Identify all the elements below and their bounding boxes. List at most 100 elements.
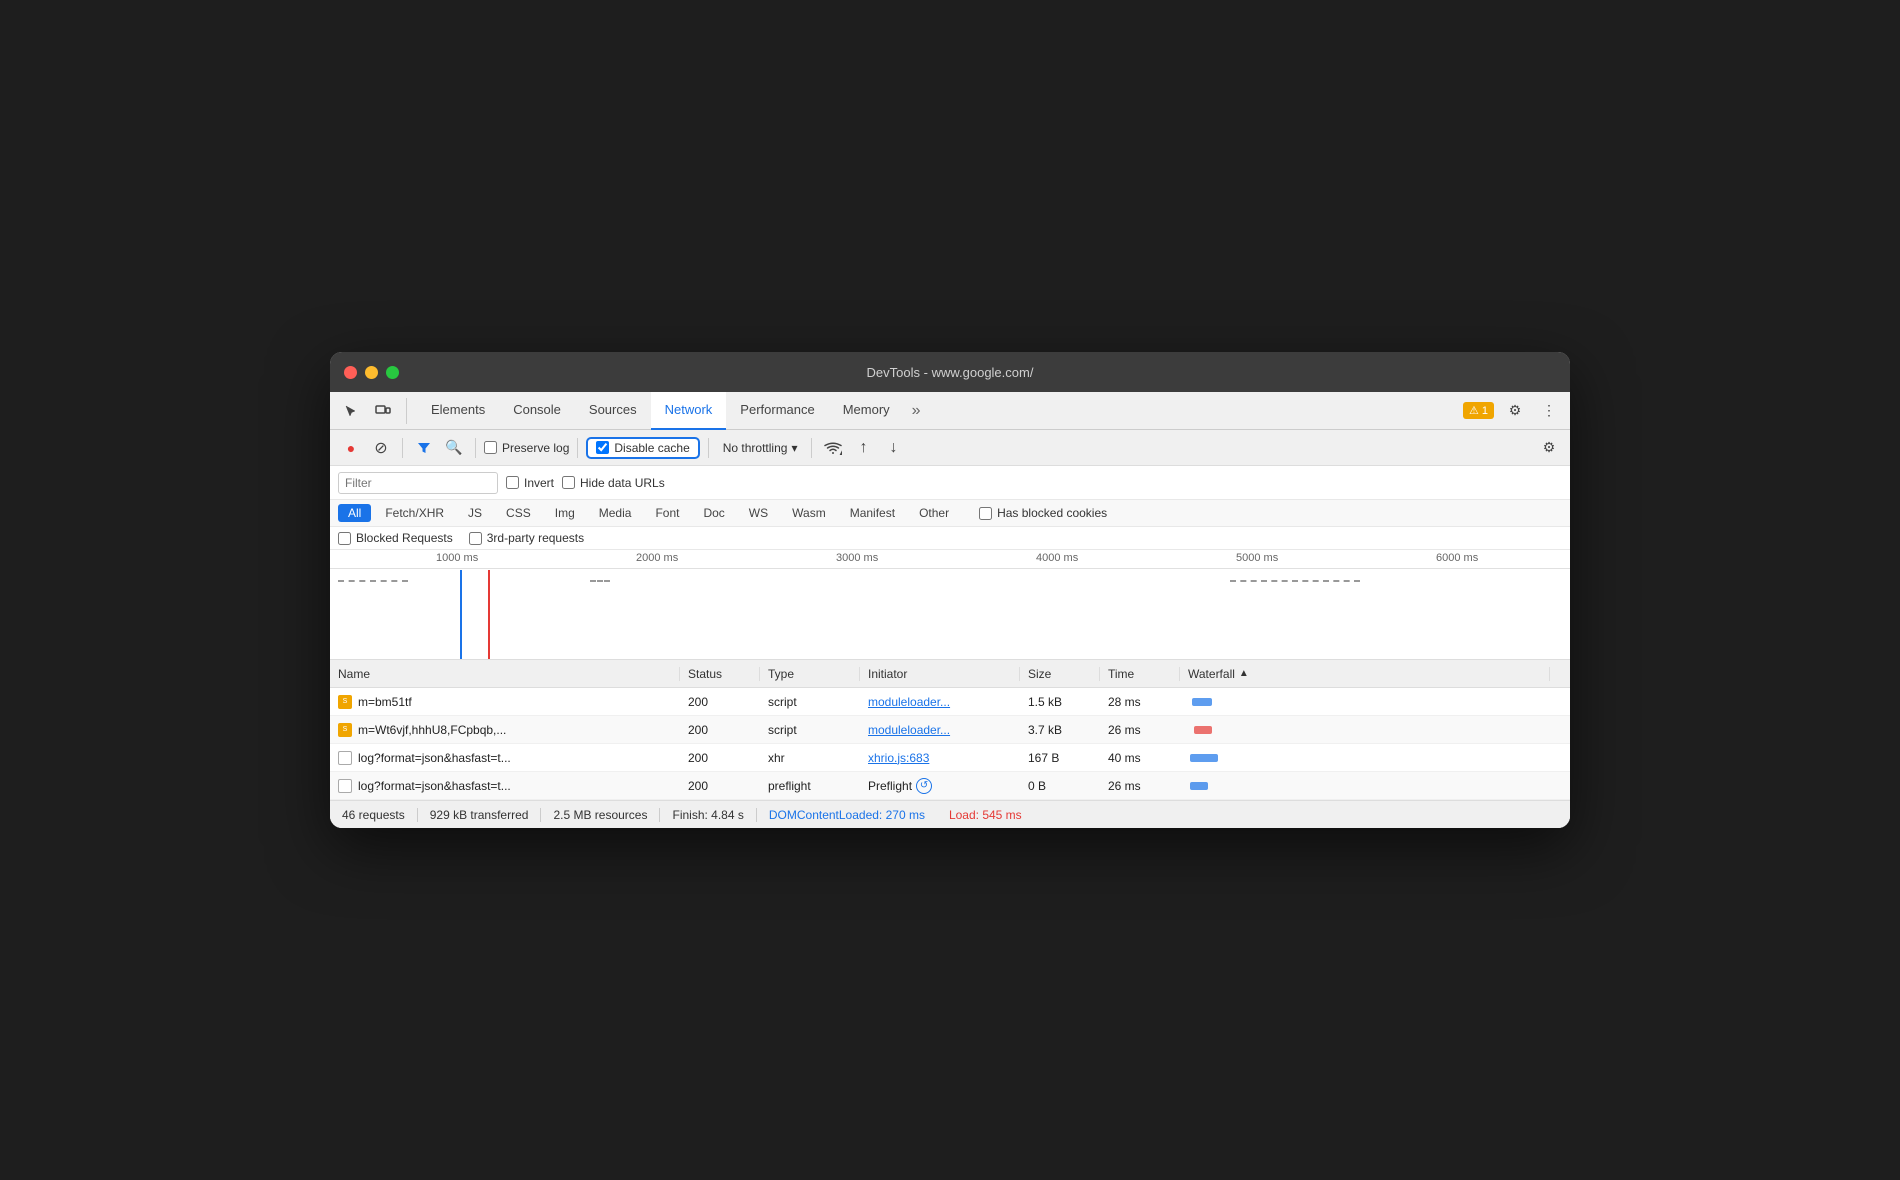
filter-input[interactable]: [338, 472, 498, 494]
timeline-area: 1000 ms 2000 ms 3000 ms 4000 ms 5000 ms …: [330, 550, 1570, 660]
traffic-lights: [344, 366, 399, 379]
blocked-requests-checkbox[interactable]: [338, 532, 351, 545]
disable-cache-checkbox[interactable]: [596, 441, 609, 454]
waterfall-bar-2: [1194, 726, 1212, 734]
devtools-body: Elements Console Sources Network Perform…: [330, 392, 1570, 828]
type-other-button[interactable]: Other: [909, 504, 959, 522]
type-all-button[interactable]: All: [338, 504, 371, 522]
tab-sources[interactable]: Sources: [575, 392, 651, 430]
blocked-requests-label[interactable]: Blocked Requests: [338, 531, 453, 545]
header-name: Name: [330, 667, 680, 681]
device-toggle-button[interactable]: [370, 398, 396, 424]
cell-status-2: 200: [680, 723, 760, 737]
waterfall-bar-4: [1190, 782, 1208, 790]
blocked-row: Blocked Requests 3rd-party requests: [330, 527, 1570, 550]
third-party-label[interactable]: 3rd-party requests: [469, 531, 584, 545]
type-ws-button[interactable]: WS: [739, 504, 778, 522]
svg-text:▲: ▲: [838, 448, 842, 455]
record-button[interactable]: ●: [338, 435, 364, 461]
download-button[interactable]: ↓: [880, 435, 906, 461]
cell-name-4: log?format=json&hasfast=t...: [330, 779, 680, 793]
cell-status-4: 200: [680, 779, 760, 793]
throttling-dropdown[interactable]: No throttling ▾: [717, 439, 804, 457]
more-vert-button[interactable]: ⋮: [1536, 398, 1562, 424]
xhr-icon-1: [338, 751, 352, 765]
preserve-log-label[interactable]: Preserve log: [484, 441, 569, 455]
timeline-chart-container: 1000 ms 2000 ms 3000 ms 4000 ms 5000 ms …: [330, 550, 1570, 659]
upload-button[interactable]: ↑: [850, 435, 876, 461]
clear-button[interactable]: ⊘: [368, 435, 394, 461]
type-manifest-button[interactable]: Manifest: [840, 504, 905, 522]
type-js-button[interactable]: JS: [458, 504, 492, 522]
initiator-link-3[interactable]: xhrio.js:683: [868, 751, 929, 765]
minimize-button[interactable]: [365, 366, 378, 379]
table-row[interactable]: log?format=json&hasfast=t... 200 xhr xhr…: [330, 744, 1570, 772]
tab-bar: Elements Console Sources Network Perform…: [330, 392, 1570, 430]
invert-checkbox[interactable]: [506, 476, 519, 489]
network-settings-button[interactable]: ⚙: [1536, 435, 1562, 461]
toolbar-separator-3: [577, 438, 578, 458]
tick-6000: 6000 ms: [1436, 552, 1478, 564]
type-doc-button[interactable]: Doc: [693, 504, 734, 522]
tick-5000: 5000 ms: [1236, 552, 1278, 564]
filter-icon-button[interactable]: [411, 435, 437, 461]
type-css-button[interactable]: CSS: [496, 504, 541, 522]
status-resources: 2.5 MB resources: [541, 808, 660, 822]
tab-console[interactable]: Console: [499, 392, 575, 430]
type-fetch-xhr-button[interactable]: Fetch/XHR: [375, 504, 454, 522]
table-header: Name Status Type Initiator Size Time Wat…: [330, 660, 1570, 688]
header-time: Time: [1100, 667, 1180, 681]
toolbar-separator-4: [708, 438, 709, 458]
resource-types-bar: All Fetch/XHR JS CSS Img Media Font Doc …: [330, 500, 1570, 527]
tab-right-actions: ⚠ 1 ⚙ ⋮: [1463, 398, 1562, 424]
toolbar-separator-2: [475, 438, 476, 458]
cell-type-4: preflight: [760, 779, 860, 793]
table-row[interactable]: log?format=json&hasfast=t... 200 preflig…: [330, 772, 1570, 800]
type-wasm-button[interactable]: Wasm: [782, 504, 836, 522]
cell-name-2: S m=Wt6vjf,hhhU8,FCpbqb,...: [330, 723, 680, 737]
cell-waterfall-2: [1180, 716, 1550, 743]
search-button[interactable]: 🔍: [441, 435, 467, 461]
script-icon-2: S: [338, 723, 352, 737]
cell-status-3: 200: [680, 751, 760, 765]
type-img-button[interactable]: Img: [545, 504, 585, 522]
close-button[interactable]: [344, 366, 357, 379]
devtools-window: DevTools - www.google.com/ Elements: [330, 352, 1570, 828]
third-party-checkbox[interactable]: [469, 532, 482, 545]
cell-type-3: xhr: [760, 751, 860, 765]
disable-cache-label[interactable]: Disable cache: [596, 441, 689, 455]
has-blocked-cookies-checkbox[interactable]: [979, 507, 992, 520]
has-blocked-cookies-label[interactable]: Has blocked cookies: [979, 506, 1107, 520]
type-font-button[interactable]: Font: [645, 504, 689, 522]
tab-elements[interactable]: Elements: [417, 392, 499, 430]
invert-label[interactable]: Invert: [506, 476, 554, 490]
header-waterfall: Waterfall ▲: [1180, 667, 1550, 681]
type-media-button[interactable]: Media: [589, 504, 642, 522]
tab-performance[interactable]: Performance: [726, 392, 828, 430]
dashed-line-1: [338, 580, 408, 582]
preserve-log-checkbox[interactable]: [484, 441, 497, 454]
cell-initiator-3: xhrio.js:683: [860, 751, 1020, 765]
settings-tab-button[interactable]: ⚙: [1502, 398, 1528, 424]
tab-more-button[interactable]: »: [904, 402, 929, 420]
initiator-link-2[interactable]: moduleloader...: [868, 723, 950, 737]
tab-network[interactable]: Network: [651, 392, 727, 430]
toolbar-separator-5: [811, 438, 812, 458]
notification-badge[interactable]: ⚠ 1: [1463, 402, 1494, 419]
tick-1000: 1000 ms: [436, 552, 478, 564]
cursor-icon-button[interactable]: [338, 398, 364, 424]
cell-waterfall-4: [1180, 772, 1550, 799]
cell-initiator-4: Preflight ↺: [860, 778, 1020, 794]
cell-type-1: script: [760, 695, 860, 709]
cell-initiator-2: moduleloader...: [860, 723, 1020, 737]
tab-memory[interactable]: Memory: [829, 392, 904, 430]
status-bar: 46 requests 929 kB transferred 2.5 MB re…: [330, 800, 1570, 828]
table-row[interactable]: S m=bm51tf 200 script moduleloader... 1.…: [330, 688, 1570, 716]
wifi-button[interactable]: ▲: [820, 435, 846, 461]
initiator-link-1[interactable]: moduleloader...: [868, 695, 950, 709]
hide-data-urls-checkbox[interactable]: [562, 476, 575, 489]
maximize-button[interactable]: [386, 366, 399, 379]
table-row[interactable]: S m=Wt6vjf,hhhU8,FCpbqb,... 200 script m…: [330, 716, 1570, 744]
hide-data-urls-label[interactable]: Hide data URLs: [562, 476, 665, 490]
status-transferred: 929 kB transferred: [418, 808, 542, 822]
